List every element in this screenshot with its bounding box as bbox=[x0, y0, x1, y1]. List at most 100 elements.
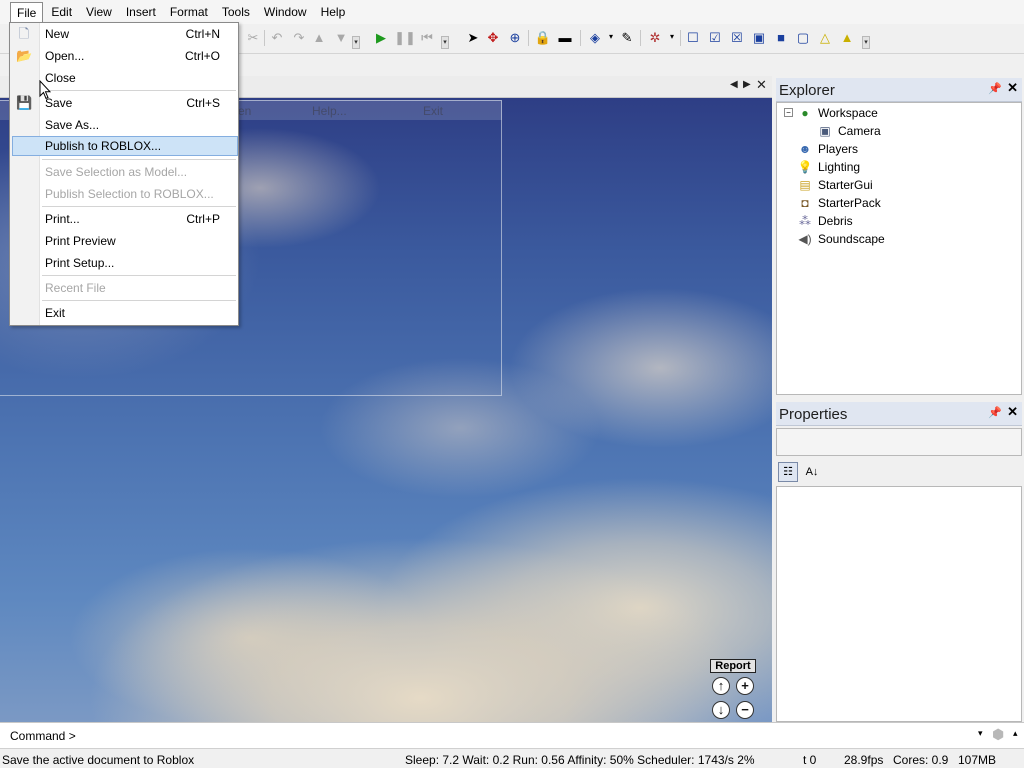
globe-icon: ● bbox=[801, 106, 809, 120]
settings-gear-icon[interactable]: ✲ bbox=[646, 28, 664, 46]
menu-separator bbox=[42, 159, 236, 160]
menu-edit[interactable]: Edit bbox=[45, 2, 78, 22]
gui-icon: ▤ bbox=[799, 178, 811, 192]
status-cores: Cores: 0.9 bbox=[893, 753, 949, 767]
menu-item-label: Save Selection as Model... bbox=[45, 165, 188, 179]
command-label: Command > bbox=[10, 729, 76, 743]
menu-file[interactable]: File bbox=[10, 1, 44, 23]
tree-item-startergui[interactable]: ▤ StarterGui bbox=[797, 176, 872, 194]
frame-filled-icon[interactable]: ■ bbox=[772, 28, 790, 46]
command-input[interactable] bbox=[82, 726, 972, 746]
close-icon[interactable]: ✕ bbox=[756, 77, 767, 93]
reset-icon[interactable]: ⏮ bbox=[418, 28, 436, 46]
frame-icon[interactable]: ☐ bbox=[684, 28, 702, 46]
game-menu-exit[interactable]: Exit bbox=[423, 104, 443, 118]
menu-item-print-preview[interactable]: Print Preview bbox=[12, 231, 238, 251]
menu-tools[interactable]: Tools bbox=[216, 2, 256, 22]
command-dropdown-icon[interactable]: ▾ bbox=[978, 728, 983, 739]
tree-item-workspace[interactable]: ● Workspace bbox=[797, 104, 877, 122]
zoom-out-icon[interactable]: − bbox=[736, 701, 754, 719]
menu-item-print-setup[interactable]: Print Setup... bbox=[12, 253, 238, 273]
close-icon[interactable]: ✕ bbox=[1007, 80, 1018, 96]
status-stats: Sleep: 7.2 Wait: 0.2 Run: 0.56 Affinity:… bbox=[405, 753, 755, 767]
collapse-icon[interactable]: − bbox=[784, 108, 793, 117]
menu-item-save-selection-as-model[interactable]: Save Selection as Model... bbox=[12, 162, 238, 182]
menu-insert[interactable]: Insert bbox=[120, 2, 162, 22]
properties-title: Properties bbox=[779, 406, 848, 423]
report-button[interactable]: Report bbox=[710, 659, 756, 673]
tree-item-label: StarterPack bbox=[818, 196, 881, 210]
menu-view[interactable]: View bbox=[80, 2, 118, 22]
shield-icon: ⬢ bbox=[992, 726, 1005, 742]
menu-item-publish-to-roblox[interactable]: Publish to ROBLOX... bbox=[12, 136, 238, 156]
command-scroll-icon[interactable]: ▴ bbox=[1013, 728, 1018, 739]
menu-item-label: New bbox=[45, 27, 70, 41]
select-arrow-icon[interactable]: ➤ bbox=[464, 28, 482, 46]
tree-item-debris[interactable]: ⁂ Debris bbox=[797, 212, 853, 230]
game-menu-help[interactable]: Help... bbox=[312, 104, 347, 118]
cut-icon[interactable]: ✂ bbox=[244, 28, 262, 46]
tree-item-camera[interactable]: ▣ Camera bbox=[817, 122, 880, 140]
frame-x-icon[interactable]: ☒ bbox=[728, 28, 746, 46]
anchor-icon[interactable]: ▬ bbox=[556, 28, 574, 46]
toolbar-dropdown[interactable]: ▾ bbox=[862, 36, 870, 49]
warning-icon[interactable]: ▲ bbox=[838, 28, 856, 46]
menu-item-shortcut: Ctrl+S bbox=[186, 96, 220, 110]
status-memory: 107MB bbox=[958, 753, 997, 767]
close-icon[interactable]: ✕ bbox=[1007, 404, 1018, 420]
status-fps: 28.9fps bbox=[844, 753, 884, 767]
properties-grid[interactable] bbox=[776, 486, 1022, 722]
redo-icon[interactable]: ↷ bbox=[290, 28, 308, 46]
tree-item-soundscape[interactable]: ◀) Soundscape bbox=[797, 230, 884, 248]
menu-item-open[interactable]: 📂 Open... Ctrl+O bbox=[12, 46, 238, 66]
camera-down-icon[interactable]: ↓ bbox=[712, 701, 730, 719]
categorized-view-icon[interactable]: ☷ bbox=[778, 462, 798, 482]
tab-scroll-left-icon[interactable]: ◀ bbox=[730, 79, 738, 90]
open-folder-icon: 📂 bbox=[16, 48, 33, 63]
menu-item-exit[interactable]: Exit bbox=[12, 303, 238, 323]
sort-alphabetical-icon[interactable]: A↓ bbox=[802, 462, 822, 482]
menu-help[interactable]: Help bbox=[315, 2, 352, 22]
mouse-cursor-icon bbox=[39, 80, 51, 100]
menu-item-print[interactable]: Print... Ctrl+P bbox=[12, 209, 238, 229]
toolbar-separator bbox=[264, 30, 265, 46]
tree-item-starterpack[interactable]: ◘ StarterPack bbox=[797, 194, 881, 212]
pause-icon[interactable]: ❚❚ bbox=[394, 28, 416, 46]
frame-inner-icon[interactable]: ▢ bbox=[794, 28, 812, 46]
tab-scroll-right-icon[interactable]: ▶ bbox=[743, 79, 751, 90]
menu-item-new[interactable]: 🗋 New Ctrl+N bbox=[12, 24, 238, 44]
tree-item-label: Debris bbox=[818, 214, 853, 228]
pin-icon[interactable]: 📌 bbox=[988, 406, 1002, 419]
camera-up-icon[interactable]: ↑ bbox=[712, 677, 730, 695]
menu-separator bbox=[42, 206, 236, 207]
menu-item-recent-file[interactable]: Recent File bbox=[12, 278, 238, 298]
move-up-icon[interactable]: ▲ bbox=[310, 28, 328, 46]
status-time: t 0 bbox=[803, 753, 817, 767]
zoom-in-icon[interactable]: + bbox=[736, 677, 754, 695]
toolbar-dropdown[interactable]: ▾ bbox=[352, 36, 360, 49]
frame-nested-icon[interactable]: ▣ bbox=[750, 28, 768, 46]
toolbar-dropdown[interactable]: ▾ bbox=[441, 36, 449, 49]
tree-item-players[interactable]: ☻ Players bbox=[797, 140, 858, 158]
warning-add-icon[interactable]: △ bbox=[816, 28, 834, 46]
menu-item-save-as[interactable]: Save As... bbox=[12, 115, 238, 135]
speaker-icon: ◀) bbox=[798, 232, 812, 246]
properties-title-bar: Properties 📌 ✕ bbox=[776, 402, 1022, 426]
menu-separator bbox=[42, 90, 236, 91]
lock-icon[interactable]: 🔒 bbox=[534, 28, 552, 46]
menu-window[interactable]: Window bbox=[258, 2, 313, 22]
properties-toolbar: ☷ A↓ bbox=[776, 460, 1022, 484]
pin-icon[interactable]: 📌 bbox=[988, 82, 1002, 95]
dropper-icon[interactable]: ✎ bbox=[618, 28, 636, 46]
undo-icon[interactable]: ↶ bbox=[268, 28, 286, 46]
move-tool-icon[interactable]: ✥ bbox=[484, 28, 502, 46]
menu-item-publish-selection[interactable]: Publish Selection to ROBLOX... bbox=[12, 184, 238, 204]
move-down-icon[interactable]: ▼ bbox=[332, 28, 350, 46]
tree-item-lighting[interactable]: 💡 Lighting bbox=[797, 158, 861, 176]
properties-filter-box[interactable] bbox=[776, 428, 1022, 456]
frame-check-icon[interactable]: ☑ bbox=[706, 28, 724, 46]
play-icon[interactable]: ▶ bbox=[372, 28, 390, 46]
menu-format[interactable]: Format bbox=[164, 2, 214, 22]
resize-tool-icon[interactable]: ⊕ bbox=[506, 28, 524, 46]
gear-dropdown-icon[interactable]: ▾ bbox=[663, 28, 681, 46]
